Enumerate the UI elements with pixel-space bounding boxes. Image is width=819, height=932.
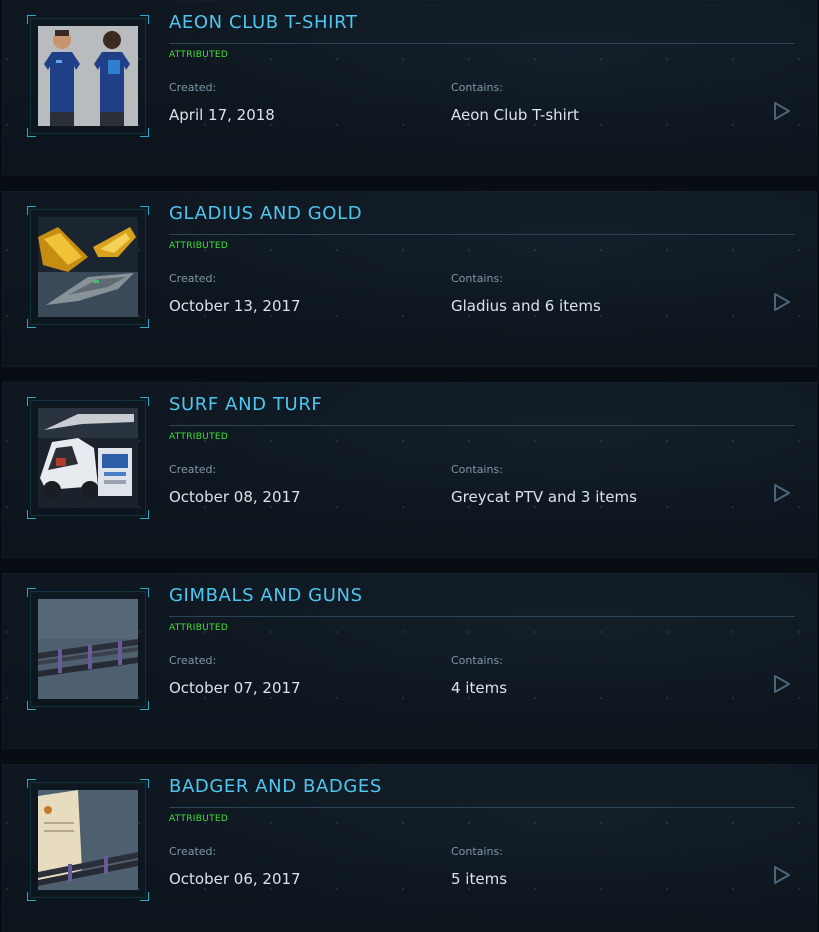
contains-label: Contains: (451, 463, 503, 476)
expand-arrow-icon[interactable] (773, 292, 791, 312)
created-date: October 06, 2017 (169, 870, 301, 888)
expand-arrow-icon[interactable] (773, 483, 791, 503)
pledge-card[interactable]: GIMBALS AND GUNS ATTRIBUTED Created: Oct… (2, 573, 817, 749)
status-badge: ATTRIBUTED (169, 432, 229, 442)
gladius-ship-image (38, 217, 138, 317)
title-divider (169, 43, 795, 44)
contains-label: Contains: (451, 845, 503, 858)
pledge-title[interactable]: AEON CLUB T-SHIRT (169, 12, 358, 33)
created-date: October 07, 2017 (169, 679, 301, 697)
thumbnail-frame[interactable] (27, 779, 149, 901)
created-label: Created: (169, 463, 217, 476)
contains-label: Contains: (451, 272, 503, 285)
pledge-list: AEON CLUB T-SHIRT ATTRIBUTED Created: Ap… (0, 0, 819, 932)
pledge-title[interactable]: GIMBALS AND GUNS (169, 585, 363, 606)
created-label: Created: (169, 81, 217, 94)
created-date: October 08, 2017 (169, 488, 301, 506)
title-divider (169, 234, 795, 235)
pledge-title[interactable]: SURF AND TURF (169, 394, 322, 415)
created-label: Created: (169, 845, 217, 858)
expand-arrow-icon[interactable] (773, 101, 791, 121)
gimbals-guns-image (38, 599, 138, 699)
contains-label: Contains: (451, 654, 503, 667)
contains-value: Aeon Club T-shirt (451, 106, 579, 124)
pledge-title[interactable]: GLADIUS AND GOLD (169, 203, 362, 224)
title-divider (169, 425, 795, 426)
expand-arrow-icon[interactable] (773, 865, 791, 885)
pledge-card[interactable]: BADGER AND BADGES ATTRIBUTED Created: Oc… (2, 764, 817, 932)
badger-badges-image (38, 790, 138, 890)
status-badge: ATTRIBUTED (169, 814, 229, 824)
t-shirt-image (38, 26, 138, 126)
thumbnail-frame[interactable] (27, 397, 149, 519)
pledge-card[interactable]: GLADIUS AND GOLD ATTRIBUTED Created: Oct… (2, 191, 817, 367)
status-badge: ATTRIBUTED (169, 241, 229, 251)
thumbnail-frame[interactable] (27, 15, 149, 137)
title-divider (169, 807, 795, 808)
created-label: Created: (169, 272, 217, 285)
created-date: October 13, 2017 (169, 297, 301, 315)
contains-value: Gladius and 6 items (451, 297, 601, 315)
created-date: April 17, 2018 (169, 106, 275, 124)
created-label: Created: (169, 654, 217, 667)
greycat-ptv-image (38, 408, 138, 508)
contains-label: Contains: (451, 81, 503, 94)
expand-arrow-icon[interactable] (773, 674, 791, 694)
pledge-title[interactable]: BADGER AND BADGES (169, 776, 382, 797)
status-badge: ATTRIBUTED (169, 623, 229, 633)
contains-value: 4 items (451, 679, 508, 697)
thumbnail-frame[interactable] (27, 206, 149, 328)
contains-value: 5 items (451, 870, 508, 888)
status-badge: ATTRIBUTED (169, 50, 229, 60)
pledge-card[interactable]: AEON CLUB T-SHIRT ATTRIBUTED Created: Ap… (2, 0, 817, 176)
title-divider (169, 616, 795, 617)
contains-value: Greycat PTV and 3 items (451, 488, 637, 506)
pledge-card[interactable]: SURF AND TURF ATTRIBUTED Created: Octobe… (2, 382, 817, 558)
thumbnail-frame[interactable] (27, 588, 149, 710)
